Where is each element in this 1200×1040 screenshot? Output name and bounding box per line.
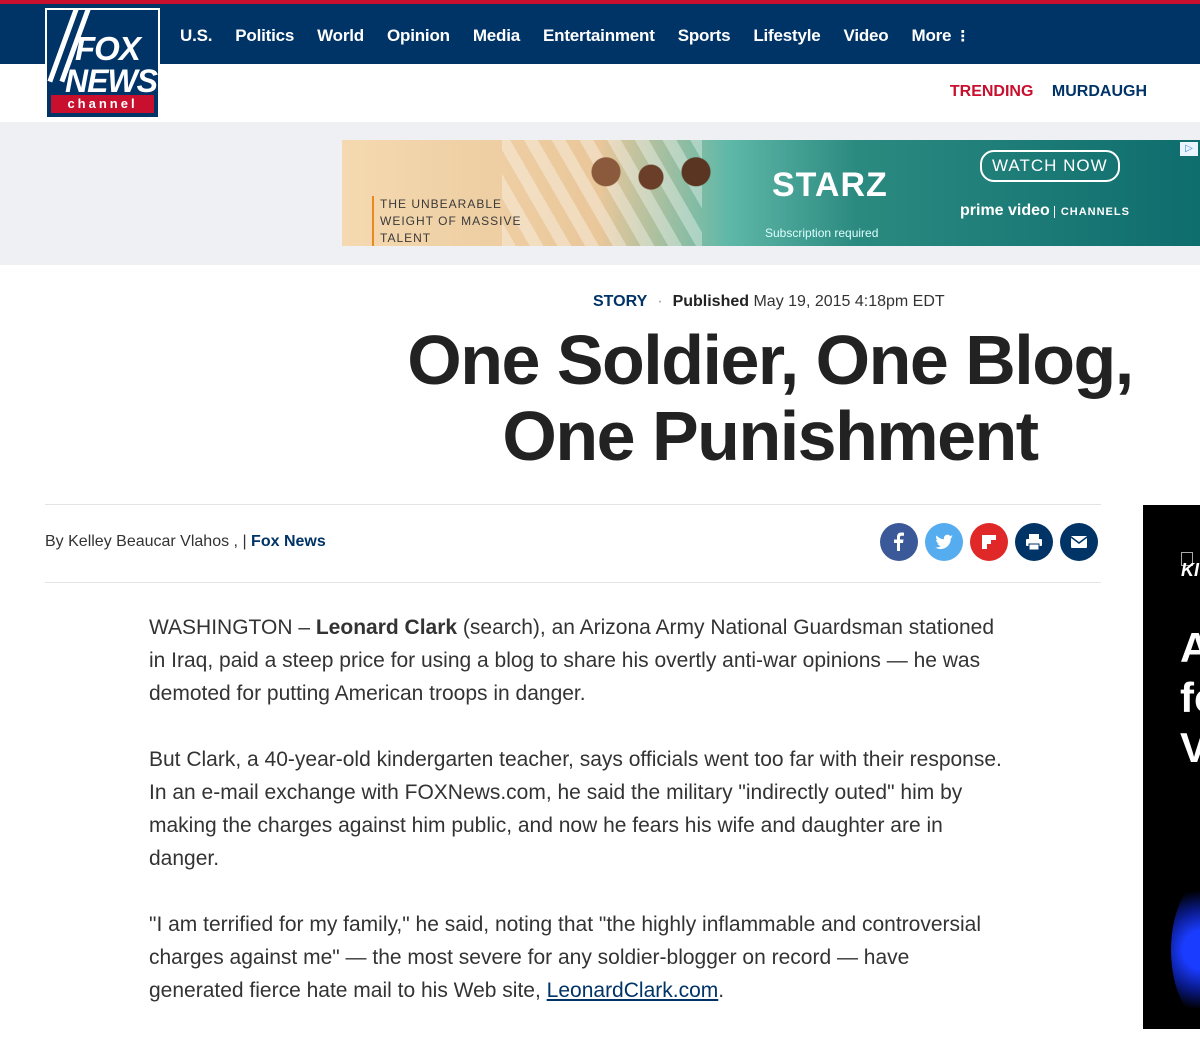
nav-item-lifestyle[interactable]: Lifestyle xyxy=(753,26,820,46)
nav-item-entertainment[interactable]: Entertainment xyxy=(543,26,655,46)
logo-news-text: NEWS xyxy=(65,63,158,99)
byline: By Kelley Beaucar Vlahos , | Fox News xyxy=(45,533,326,551)
nav-item-more[interactable]: More ⋮ xyxy=(912,26,971,46)
adchoices-icon[interactable]: ▷ xyxy=(1180,142,1198,156)
divider xyxy=(45,582,1101,583)
twitter-icon xyxy=(935,534,953,550)
meta-separator: · xyxy=(657,293,663,310)
side-ad-line: A xyxy=(1180,624,1200,671)
trending-bar: TRENDING MURDAUGH xyxy=(950,83,1147,101)
share-buttons xyxy=(880,523,1098,561)
more-dots-icon: ⋮ xyxy=(955,28,971,45)
nav-item-politics[interactable]: Politics xyxy=(235,26,294,46)
ad-movie-line: THE UNBEARABLE xyxy=(380,197,503,211)
side-ad[interactable]: KI A fo V( xyxy=(1143,505,1200,1029)
twitter-share-button[interactable] xyxy=(925,523,963,561)
ad-watch-now-button[interactable]: WATCH NOW xyxy=(980,150,1120,182)
divider xyxy=(45,504,1101,505)
side-ad-text: A fo V( xyxy=(1180,623,1200,773)
article-body: WASHINGTON – Leonard Clark (search), an … xyxy=(149,611,1009,1040)
email-share-button[interactable] xyxy=(1060,523,1098,561)
ad-channels-text: CHANNELS xyxy=(1053,206,1130,218)
ad-band: THE UNBEARABLE WEIGHT OF MASSIVE TALENT … xyxy=(0,122,1200,265)
published-date: May 19, 2015 4:18pm EDT xyxy=(753,293,945,310)
flipboard-share-button[interactable] xyxy=(970,523,1008,561)
side-ad-logo: KI xyxy=(1181,560,1199,580)
facebook-share-button[interactable] xyxy=(880,523,918,561)
nav-item-world[interactable]: World xyxy=(317,26,364,46)
logo-fox-text: FOX xyxy=(75,30,141,67)
flipboard-icon xyxy=(982,535,996,549)
nav-item-opinion[interactable]: Opinion xyxy=(387,26,450,46)
logo-channel-text: channel xyxy=(51,95,154,113)
top-nav-bar: U.S. Politics World Opinion Media Entert… xyxy=(0,0,1200,64)
ad-subscription-note: Subscription required xyxy=(765,226,879,240)
banner-ad[interactable]: THE UNBEARABLE WEIGHT OF MASSIVE TALENT … xyxy=(342,140,1200,246)
fox-news-logo[interactable]: FOX NEWS channel xyxy=(45,8,160,119)
article-paragraph: WASHINGTON – Leonard Clark (search), an … xyxy=(149,611,1009,710)
paragraph-text: . xyxy=(718,979,725,1002)
ad-prime-video-logo: prime video CHANNELS xyxy=(960,202,1130,220)
ad-movie-line: TALENT xyxy=(380,231,432,245)
published-label: Published xyxy=(672,293,750,310)
paragraph-text: WASHINGTON – xyxy=(149,616,316,639)
article-meta: STORY · Published May 19, 2015 4:18pm EDT xyxy=(593,293,945,311)
leonardclark-link[interactable]: LeonardClark.com xyxy=(547,979,719,1002)
facebook-icon xyxy=(894,532,904,551)
article-paragraph: But Clark, a 40-year-old kindergarten te… xyxy=(149,748,1002,870)
source-link[interactable]: Fox News xyxy=(251,533,326,550)
ad-people-image xyxy=(552,140,732,246)
ad-prime-text: prime video xyxy=(960,202,1050,219)
side-ad-line: fo xyxy=(1180,674,1200,721)
side-ad-image xyxy=(1171,875,1200,1025)
ad-starz-logo: STARZ xyxy=(772,166,888,204)
nav-item-sports[interactable]: Sports xyxy=(678,26,731,46)
trending-label: TRENDING xyxy=(949,83,1034,100)
print-button[interactable] xyxy=(1015,523,1053,561)
article-type-label[interactable]: STORY xyxy=(593,293,647,310)
more-label: More xyxy=(911,26,952,45)
trending-topic-link[interactable]: MURDAUGH xyxy=(1052,83,1147,100)
nav-item-media[interactable]: Media xyxy=(473,26,520,46)
email-icon xyxy=(1070,536,1088,548)
main-nav: U.S. Politics World Opinion Media Entert… xyxy=(180,26,993,46)
print-icon xyxy=(1026,534,1042,551)
article-paragraph: "I am terrified for my family," he said,… xyxy=(149,908,1009,1007)
nav-item-us[interactable]: U.S. xyxy=(180,26,212,46)
side-ad-line: V( xyxy=(1180,724,1200,771)
author-name: By Kelley Beaucar Vlahos , | xyxy=(45,533,247,550)
bold-name: Leonard Clark xyxy=(315,616,458,639)
ad-movie-title: THE UNBEARABLE WEIGHT OF MASSIVE TALENT xyxy=(372,196,521,246)
nav-item-video[interactable]: Video xyxy=(844,26,889,46)
ad-movie-line: WEIGHT OF MASSIVE xyxy=(380,214,522,228)
article-headline: One Soldier, One Blog, One Punishment xyxy=(407,321,1134,475)
